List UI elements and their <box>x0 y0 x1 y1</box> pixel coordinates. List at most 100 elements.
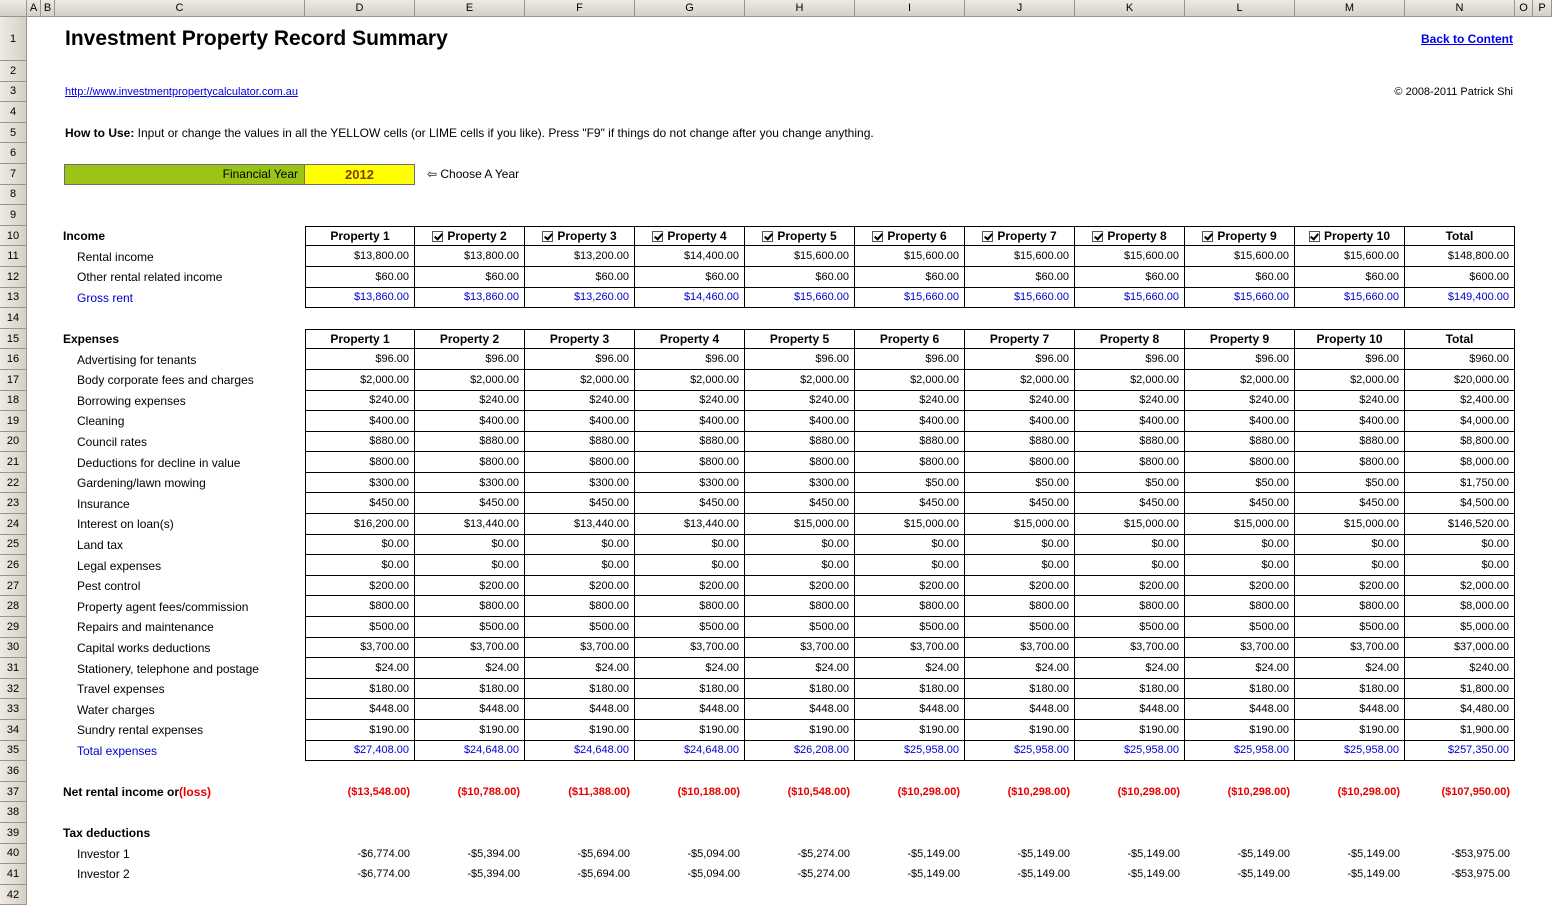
row-header-25[interactable]: 25 <box>0 535 27 556</box>
column-header-expenses-8[interactable]: Property 9 <box>1185 329 1295 350</box>
cell-C23[interactable]: Insurance <box>27 493 305 514</box>
column-header-M[interactable]: M <box>1295 0 1405 17</box>
cell-J17[interactable]: $2,000.00 <box>965 370 1075 391</box>
cell-K18[interactable]: $240.00 <box>1075 391 1185 412</box>
cell-D20[interactable]: $880.00 <box>305 432 415 453</box>
cell-M33[interactable]: $448.00 <box>1295 699 1405 720</box>
cell-N33[interactable]: $4,480.00 <box>1405 699 1515 720</box>
row-header-5[interactable]: 5 <box>0 123 27 144</box>
cell-K26[interactable]: $0.00 <box>1075 555 1185 576</box>
cell-E25[interactable]: $0.00 <box>415 535 525 556</box>
cell-J33[interactable]: $448.00 <box>965 699 1075 720</box>
cell-I21[interactable]: $800.00 <box>855 452 965 473</box>
row-header-30[interactable]: 30 <box>0 638 27 659</box>
column-header-A[interactable]: A <box>27 0 41 17</box>
cell-E32[interactable]: $180.00 <box>415 679 525 700</box>
cell-H12[interactable]: $60.00 <box>745 267 855 288</box>
cell-C16[interactable]: Advertising for tenants <box>27 349 305 370</box>
cell-G33[interactable]: $448.00 <box>635 699 745 720</box>
cell-C41[interactable]: Investor 2 <box>27 864 305 885</box>
row-header-7[interactable]: 7 <box>0 164 27 185</box>
column-header-K[interactable]: K <box>1075 0 1185 17</box>
cell-H13[interactable]: $15,660.00 <box>745 288 855 309</box>
cell-H16[interactable]: $96.00 <box>745 349 855 370</box>
cell-C20[interactable]: Council rates <box>27 432 305 453</box>
cell-G22[interactable]: $300.00 <box>635 473 745 494</box>
column-header-L[interactable]: L <box>1185 0 1295 17</box>
cell-H30[interactable]: $3,700.00 <box>745 638 855 659</box>
financial-year-input-cell[interactable]: 2012 <box>305 164 415 185</box>
checkbox-checked-icon[interactable] <box>1092 231 1103 242</box>
cell-H23[interactable]: $450.00 <box>745 493 855 514</box>
cell-L22[interactable]: $50.00 <box>1185 473 1295 494</box>
cell-I35[interactable]: $25,958.00 <box>855 741 965 762</box>
column-header-income-10[interactable]: Total <box>1405 226 1515 247</box>
cell-F27[interactable]: $200.00 <box>525 576 635 597</box>
column-header-income-6[interactable]: Property 7 <box>965 226 1075 247</box>
cell-L32[interactable]: $180.00 <box>1185 679 1295 700</box>
cell-L31[interactable]: $24.00 <box>1185 658 1295 679</box>
row-header-4[interactable]: 4 <box>0 102 27 123</box>
cell-D11[interactable]: $13,800.00 <box>305 246 415 267</box>
cell-M32[interactable]: $180.00 <box>1295 679 1405 700</box>
cell-D30[interactable]: $3,700.00 <box>305 638 415 659</box>
back-to-content-link[interactable]: Back to Content <box>1421 32 1513 46</box>
cell-N18[interactable]: $2,400.00 <box>1405 391 1515 412</box>
cell-C30[interactable]: Capital works deductions <box>27 638 305 659</box>
cell-G29[interactable]: $500.00 <box>635 617 745 638</box>
cell-N34[interactable]: $1,900.00 <box>1405 720 1515 741</box>
cell-F18[interactable]: $240.00 <box>525 391 635 412</box>
cell-D33[interactable]: $448.00 <box>305 699 415 720</box>
cell-K29[interactable]: $500.00 <box>1075 617 1185 638</box>
cell-L41[interactable]: -$5,149.00 <box>1185 864 1295 885</box>
cell-M17[interactable]: $2,000.00 <box>1295 370 1405 391</box>
cell-N30[interactable]: $37,000.00 <box>1405 638 1515 659</box>
cell-G21[interactable]: $800.00 <box>635 452 745 473</box>
cell-F17[interactable]: $2,000.00 <box>525 370 635 391</box>
column-header-income-0[interactable]: Property 1 <box>305 226 415 247</box>
cell-D24[interactable]: $16,200.00 <box>305 514 415 535</box>
cell-H17[interactable]: $2,000.00 <box>745 370 855 391</box>
cell-N11[interactable]: $148,800.00 <box>1405 246 1515 267</box>
cell-J40[interactable]: -$5,149.00 <box>965 844 1075 865</box>
column-header-expenses-4[interactable]: Property 5 <box>745 329 855 350</box>
cell-H27[interactable]: $200.00 <box>745 576 855 597</box>
cell-C26[interactable]: Legal expenses <box>27 555 305 576</box>
column-header-H[interactable]: H <box>745 0 855 17</box>
row-header-40[interactable]: 40 <box>0 844 27 865</box>
cell-D21[interactable]: $800.00 <box>305 452 415 473</box>
cell-J29[interactable]: $500.00 <box>965 617 1075 638</box>
cell-N40[interactable]: -$53,975.00 <box>1405 844 1515 865</box>
cell-F29[interactable]: $500.00 <box>525 617 635 638</box>
cell-G34[interactable]: $190.00 <box>635 720 745 741</box>
financial-year-label-cell[interactable]: Financial Year <box>64 164 305 185</box>
cell-K37[interactable]: ($10,298.00) <box>1075 782 1185 803</box>
cell-N27[interactable]: $2,000.00 <box>1405 576 1515 597</box>
checkbox-checked-icon[interactable] <box>872 231 883 242</box>
cell-I17[interactable]: $2,000.00 <box>855 370 965 391</box>
cell-M30[interactable]: $3,700.00 <box>1295 638 1405 659</box>
cell-K11[interactable]: $15,600.00 <box>1075 246 1185 267</box>
row-header-38[interactable]: 38 <box>0 802 27 823</box>
cell-H31[interactable]: $24.00 <box>745 658 855 679</box>
cell-K33[interactable]: $448.00 <box>1075 699 1185 720</box>
cell-C31[interactable]: Stationery, telephone and postage <box>27 658 305 679</box>
column-header-expenses-9[interactable]: Property 10 <box>1295 329 1405 350</box>
row-header-3[interactable]: 3 <box>0 82 27 103</box>
cell-H29[interactable]: $500.00 <box>745 617 855 638</box>
cell-I22[interactable]: $50.00 <box>855 473 965 494</box>
cell-C18[interactable]: Borrowing expenses <box>27 391 305 412</box>
row-header-31[interactable]: 31 <box>0 658 27 679</box>
cell-E13[interactable]: $13,860.00 <box>415 288 525 309</box>
row-header-20[interactable]: 20 <box>0 432 27 453</box>
cell-J27[interactable]: $200.00 <box>965 576 1075 597</box>
cell-F28[interactable]: $800.00 <box>525 596 635 617</box>
cell-G11[interactable]: $14,400.00 <box>635 246 745 267</box>
cell-I25[interactable]: $0.00 <box>855 535 965 556</box>
cell-L19[interactable]: $400.00 <box>1185 411 1295 432</box>
cell-D18[interactable]: $240.00 <box>305 391 415 412</box>
cell-E30[interactable]: $3,700.00 <box>415 638 525 659</box>
column-header-expenses-0[interactable]: Property 1 <box>305 329 415 350</box>
cell-I27[interactable]: $200.00 <box>855 576 965 597</box>
cell-J20[interactable]: $880.00 <box>965 432 1075 453</box>
